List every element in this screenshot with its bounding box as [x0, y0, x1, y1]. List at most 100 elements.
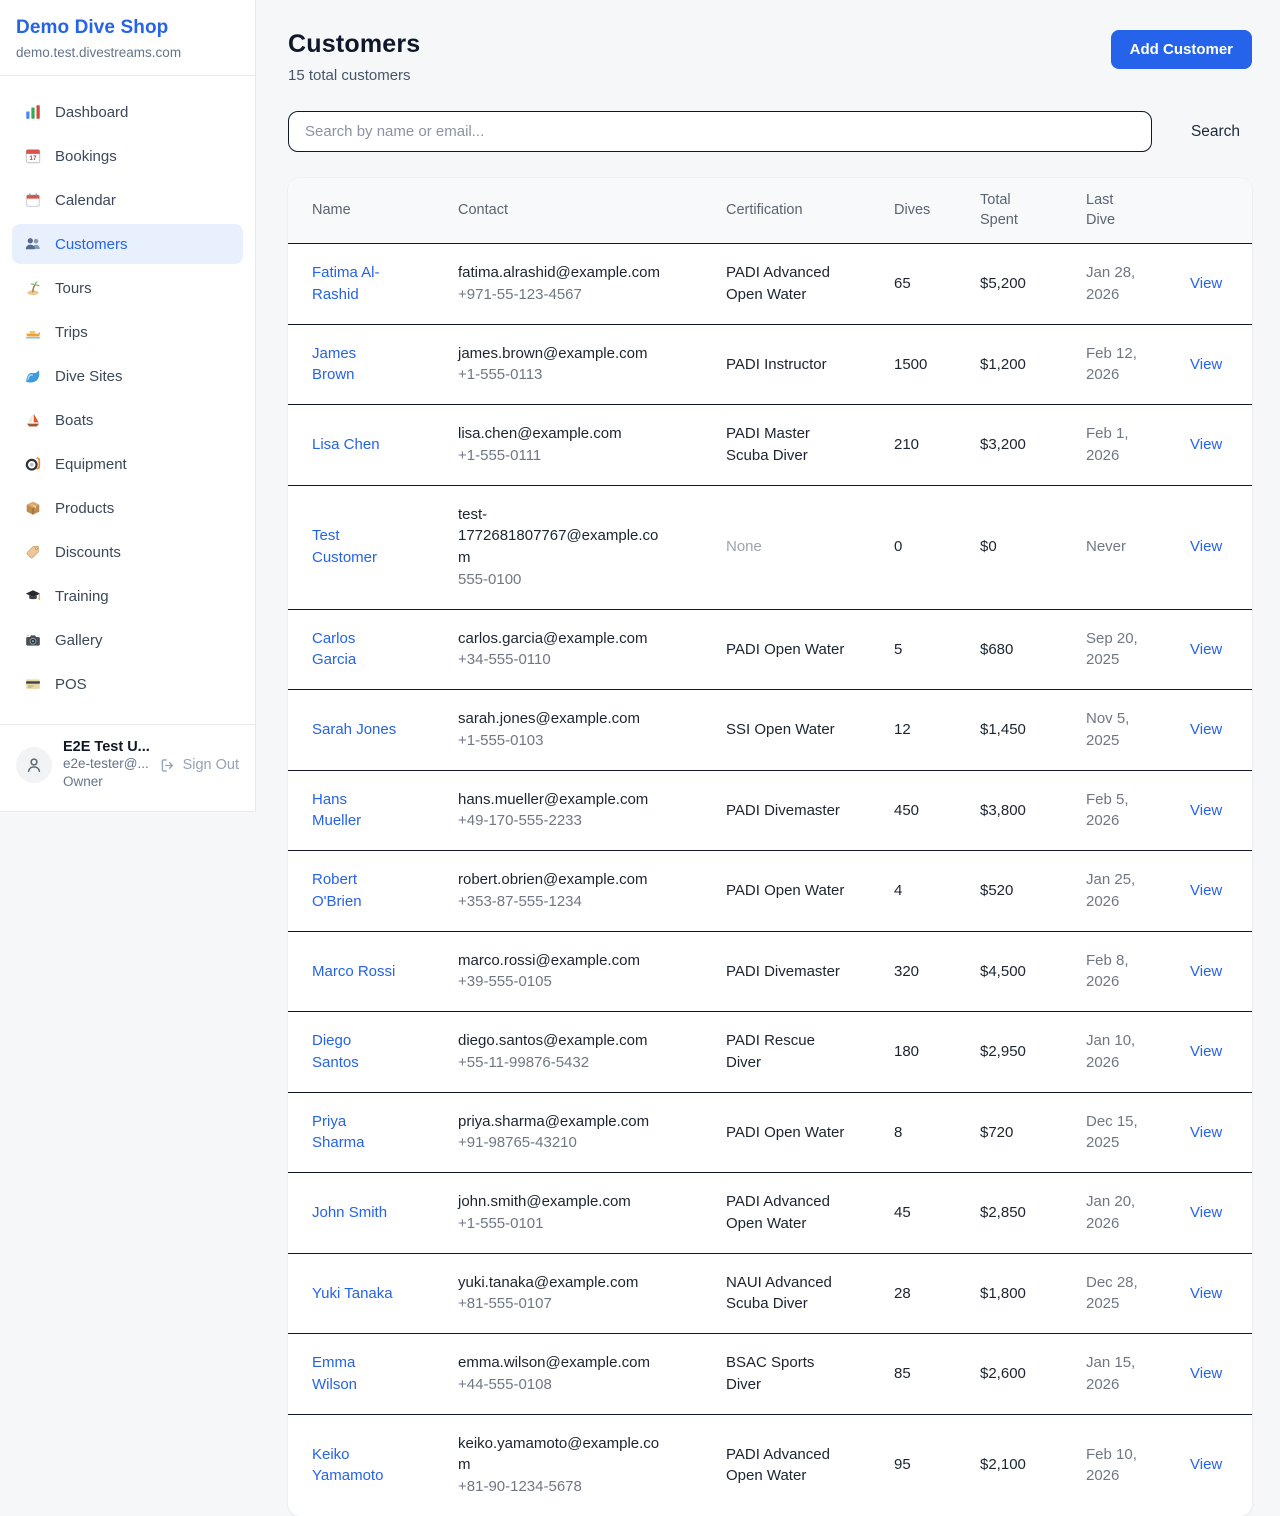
sidebar-item-products[interactable]: Products: [12, 488, 243, 528]
customer-phone: +39-555-0105: [458, 971, 666, 993]
cell-certification: BSAC Sports Diver: [726, 1334, 894, 1415]
sidebar-item-gallery[interactable]: Gallery: [12, 620, 243, 660]
view-link[interactable]: View: [1190, 356, 1222, 373]
customer-email: keiko.yamamoto@example.com: [458, 1433, 666, 1477]
sidebar-item-trips[interactable]: Trips: [12, 312, 243, 352]
view-link[interactable]: View: [1190, 1204, 1222, 1221]
cell-name: John Smith: [288, 1173, 458, 1254]
cell-certification: PADI Instructor: [726, 324, 894, 405]
svg-text:17: 17: [29, 155, 37, 162]
graduation-cap-icon: [24, 587, 42, 605]
sign-out-button[interactable]: Sign Out: [159, 757, 239, 774]
cell-last-dive: Feb 5, 2026: [1086, 770, 1190, 851]
view-link[interactable]: View: [1190, 1456, 1222, 1473]
sidebar-item-label: Equipment: [55, 456, 127, 473]
cell-actions: View: [1190, 931, 1252, 1012]
cell-certification: PADI Rescue Diver: [726, 1012, 894, 1093]
cell-contact: james.brown@example.com+1-555-0113: [458, 324, 726, 405]
customer-name-link[interactable]: Marco Rossi: [312, 963, 395, 980]
customer-name-link[interactable]: Sarah Jones: [312, 721, 396, 738]
view-link[interactable]: View: [1190, 436, 1222, 453]
cell-last-dive: Jan 25, 2026: [1086, 851, 1190, 932]
customer-phone: +1-555-0111: [458, 445, 666, 467]
cell-total-spent: $3,200: [980, 405, 1086, 486]
customer-name-link[interactable]: Test Customer: [312, 527, 377, 566]
cell-name: Hans Mueller: [288, 770, 458, 851]
search-input[interactable]: [288, 111, 1152, 152]
cell-actions: View: [1190, 244, 1252, 325]
table-row: Diego Santos diego.santos@example.com+55-…: [288, 1012, 1252, 1093]
customer-name-link[interactable]: Fatima Al-Rashid: [312, 264, 380, 303]
view-link[interactable]: View: [1190, 641, 1222, 658]
cell-last-dive: Feb 8, 2026: [1086, 931, 1190, 1012]
view-link[interactable]: View: [1190, 1365, 1222, 1382]
customer-name-link[interactable]: Lisa Chen: [312, 436, 380, 453]
customer-name-link[interactable]: Carlos Garcia: [312, 630, 356, 669]
cell-name: Lisa Chen: [288, 405, 458, 486]
view-link[interactable]: View: [1190, 1124, 1222, 1141]
sidebar-item-bookings[interactable]: 17Bookings: [12, 136, 243, 176]
sidebar-item-discounts[interactable]: Discounts: [12, 532, 243, 572]
sidebar-item-label: Dashboard: [55, 104, 128, 121]
customer-email: sarah.jones@example.com: [458, 708, 666, 730]
add-customer-button[interactable]: Add Customer: [1111, 30, 1252, 69]
view-link[interactable]: View: [1190, 963, 1222, 980]
wave-icon: [24, 367, 42, 385]
customer-name-link[interactable]: Priya Sharma: [312, 1113, 365, 1152]
view-link[interactable]: View: [1190, 882, 1222, 899]
spiral-calendar-icon: [24, 191, 42, 209]
sidebar-item-customers[interactable]: Customers: [12, 224, 243, 264]
cell-contact: yuki.tanaka@example.com+81-555-0107: [458, 1253, 726, 1334]
cell-dives: 210: [894, 405, 980, 486]
view-link[interactable]: View: [1190, 1285, 1222, 1302]
view-link[interactable]: View: [1190, 275, 1222, 292]
cell-certification: SSI Open Water: [726, 690, 894, 771]
cell-name: Robert O'Brien: [288, 851, 458, 932]
sidebar-item-calendar[interactable]: Calendar: [12, 180, 243, 220]
sidebar-item-equipment[interactable]: Equipment: [12, 444, 243, 484]
view-link[interactable]: View: [1190, 802, 1222, 819]
cell-dives: 1500: [894, 324, 980, 405]
customer-phone: +34-555-0110: [458, 649, 666, 671]
sidebar-item-pos[interactable]: POS: [12, 664, 243, 704]
person-icon: [24, 755, 44, 775]
view-link[interactable]: View: [1190, 721, 1222, 738]
table-header: NameContactCertificationDivesTotal Spent…: [288, 178, 1252, 244]
column-header-name: Name: [288, 178, 458, 244]
cell-certification: PADI Divemaster: [726, 931, 894, 1012]
sidebar-item-dashboard[interactable]: Dashboard: [12, 92, 243, 132]
customer-name-link[interactable]: Hans Mueller: [312, 791, 361, 830]
customer-count: 15 total customers: [288, 67, 420, 84]
customer-name-link[interactable]: James Brown: [312, 345, 356, 384]
customer-phone: +55-11-99876-5432: [458, 1052, 666, 1074]
customer-name-link[interactable]: Emma Wilson: [312, 1354, 357, 1393]
customer-name-link[interactable]: Robert O'Brien: [312, 871, 362, 910]
customer-name-link[interactable]: John Smith: [312, 1204, 387, 1221]
customer-name-link[interactable]: Diego Santos: [312, 1032, 359, 1071]
sidebar-item-training[interactable]: Training: [12, 576, 243, 616]
cell-certification: None: [726, 485, 894, 609]
cell-actions: View: [1190, 485, 1252, 609]
cell-total-spent: $2,100: [980, 1414, 1086, 1516]
sidebar-item-label: Tours: [55, 280, 92, 297]
customer-email: diego.santos@example.com: [458, 1030, 666, 1052]
cell-name: Fatima Al-Rashid: [288, 244, 458, 325]
cell-last-dive: Feb 10, 2026: [1086, 1414, 1190, 1516]
view-link[interactable]: View: [1190, 1043, 1222, 1060]
cell-contact: sarah.jones@example.com+1-555-0103: [458, 690, 726, 771]
sidebar-item-dive-sites[interactable]: Dive Sites: [12, 356, 243, 396]
table-row: Test Customertest-1772681807767@example.…: [288, 485, 1252, 609]
search-button[interactable]: Search: [1179, 113, 1252, 151]
cell-last-dive: Jan 28, 2026: [1086, 244, 1190, 325]
sidebar-item-boats[interactable]: Boats: [12, 400, 243, 440]
sidebar-item-label: Calendar: [55, 192, 116, 209]
cell-actions: View: [1190, 770, 1252, 851]
cell-certification: PADI Advanced Open Water: [726, 1414, 894, 1516]
sidebar-item-tours[interactable]: Tours: [12, 268, 243, 308]
customer-phone: +44-555-0108: [458, 1374, 666, 1396]
customer-name-link[interactable]: Keiko Yamamoto: [312, 1446, 383, 1485]
cell-total-spent: $720: [980, 1092, 1086, 1173]
view-link[interactable]: View: [1190, 538, 1222, 555]
customer-name-link[interactable]: Yuki Tanaka: [312, 1285, 393, 1302]
speedboat-icon: [24, 323, 42, 341]
